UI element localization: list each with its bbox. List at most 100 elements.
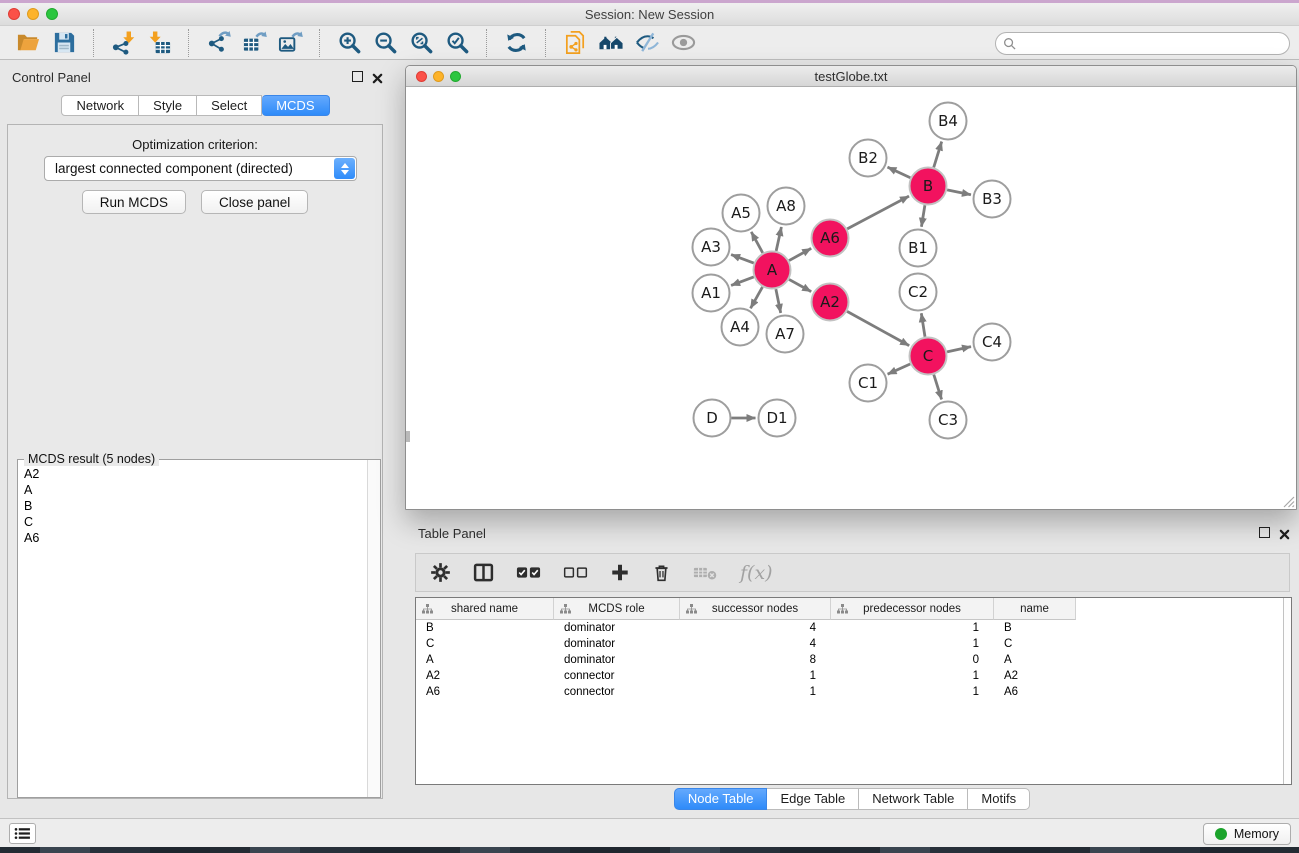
criterion-dropdown[interactable]: largest connected component (directed) xyxy=(44,156,357,181)
table-row[interactable]: Cdominator41C xyxy=(416,636,1291,652)
deselect-all-button[interactable] xyxy=(563,561,588,585)
cell-MCDS-role[interactable]: dominator xyxy=(554,620,680,636)
network-canvas[interactable]: B4B2BB3A8A5A6A3B1AA1C2A2A4A7C4CC1C3DD1 xyxy=(406,87,1296,509)
cell-successor-nodes[interactable]: 1 xyxy=(680,668,831,684)
cell-MCDS-role[interactable]: dominator xyxy=(554,652,680,668)
search-input[interactable] xyxy=(1016,37,1289,51)
network-graph[interactable]: B4B2BB3A8A5A6A3B1AA1C2A2A4A7C4CC1C3DD1 xyxy=(406,87,1296,509)
network-window-titlebar[interactable]: testGlobe.txt xyxy=(406,66,1296,87)
mcds-result-item[interactable]: A xyxy=(24,482,366,498)
cell-successor-nodes[interactable]: 4 xyxy=(680,620,831,636)
zoom-selected-button[interactable] xyxy=(439,29,475,57)
delete-button[interactable] xyxy=(652,561,671,585)
graph-node-A[interactable]: A xyxy=(754,252,791,289)
save-session-button[interactable] xyxy=(46,29,82,57)
export-network-button[interactable] xyxy=(200,29,236,57)
tab-style[interactable]: Style xyxy=(139,95,197,116)
tab-motifs[interactable]: Motifs xyxy=(968,788,1030,810)
graph-edge-C-C1[interactable] xyxy=(888,364,911,374)
float-panel-icon[interactable] xyxy=(352,71,363,82)
hide-selected-button[interactable] xyxy=(629,29,665,57)
graph-node-D[interactable]: D xyxy=(694,400,731,437)
import-network-button[interactable] xyxy=(105,29,141,57)
cell-MCDS-role[interactable]: dominator xyxy=(554,636,680,652)
graph-edge-C-C2[interactable] xyxy=(921,313,925,336)
export-table-button[interactable] xyxy=(236,29,272,57)
cell-shared-name[interactable]: C xyxy=(416,636,554,652)
table-row[interactable]: A6connector11A6 xyxy=(416,684,1291,700)
graph-edge-B-B2[interactable] xyxy=(887,167,910,178)
mcds-result-item[interactable]: A6 xyxy=(24,530,366,546)
cell-successor-nodes[interactable]: 4 xyxy=(680,636,831,652)
cell-name[interactable]: A2 xyxy=(994,668,1076,684)
tab-network[interactable]: Network xyxy=(61,95,139,116)
cell-MCDS-role[interactable]: connector xyxy=(554,684,680,700)
graph-edge-B-B4[interactable] xyxy=(934,142,942,168)
cell-predecessor-nodes[interactable]: 1 xyxy=(831,684,994,700)
graph-node-B[interactable]: B xyxy=(910,168,947,205)
graph-node-D1[interactable]: D1 xyxy=(759,400,796,437)
mcds-result-item[interactable]: A2 xyxy=(24,466,366,482)
graph-edge-A-A1[interactable] xyxy=(731,277,754,286)
graph-edge-A-A7[interactable] xyxy=(776,289,781,313)
float-table-panel-icon[interactable] xyxy=(1259,527,1270,538)
table-row[interactable]: Bdominator41B xyxy=(416,620,1291,636)
home-button[interactable] xyxy=(593,29,629,57)
cell-predecessor-nodes[interactable]: 0 xyxy=(831,652,994,668)
settings-button[interactable] xyxy=(430,561,451,585)
cell-MCDS-role[interactable]: connector xyxy=(554,668,680,684)
cell-name[interactable]: C xyxy=(994,636,1076,652)
tab-edge-table[interactable]: Edge Table xyxy=(767,788,859,810)
graph-node-B3[interactable]: B3 xyxy=(974,181,1011,218)
graph-edge-A-A5[interactable] xyxy=(751,232,762,253)
mcds-result-scrollbar[interactable] xyxy=(367,460,380,797)
graph-edge-C-C3[interactable] xyxy=(934,375,942,400)
zoom-fit-button[interactable] xyxy=(403,29,439,57)
graph-node-C2[interactable]: C2 xyxy=(900,274,937,311)
graph-node-A1[interactable]: A1 xyxy=(693,275,730,312)
column-header-MCDS-role[interactable]: MCDS role xyxy=(554,598,680,620)
graph-node-B1[interactable]: B1 xyxy=(900,230,937,267)
open-file-button[interactable] xyxy=(10,29,46,57)
cell-predecessor-nodes[interactable]: 1 xyxy=(831,668,994,684)
close-table-panel-icon[interactable] xyxy=(1279,527,1290,545)
graph-node-C[interactable]: C xyxy=(910,338,947,375)
tab-network-table[interactable]: Network Table xyxy=(859,788,968,810)
table-row[interactable]: A2connector11A2 xyxy=(416,668,1291,684)
graph-node-C4[interactable]: C4 xyxy=(974,324,1011,361)
graph-node-A5[interactable]: A5 xyxy=(723,195,760,232)
new-session-network-button[interactable] xyxy=(557,29,593,57)
mcds-result-item[interactable]: C xyxy=(24,514,366,530)
graph-edge-A-A8[interactable] xyxy=(776,227,781,251)
run-mcds-button[interactable]: Run MCDS xyxy=(82,190,186,214)
cell-name[interactable]: A6 xyxy=(994,684,1076,700)
memory-button[interactable]: Memory xyxy=(1203,823,1291,845)
close-panel-button[interactable]: Close panel xyxy=(201,190,308,214)
graph-node-B4[interactable]: B4 xyxy=(930,103,967,140)
graph-node-A3[interactable]: A3 xyxy=(693,229,730,266)
graph-edge-A2-C[interactable] xyxy=(847,311,909,345)
column-header-successor-nodes[interactable]: successor nodes xyxy=(680,598,831,620)
tab-mcds[interactable]: MCDS xyxy=(262,95,329,116)
zoom-out-button[interactable] xyxy=(367,29,403,57)
graph-edge-C-C4[interactable] xyxy=(947,347,971,352)
graph-node-B2[interactable]: B2 xyxy=(850,140,887,177)
graph-edge-A-A6[interactable] xyxy=(789,248,811,260)
node-table[interactable]: shared nameMCDS rolesuccessor nodesprede… xyxy=(415,597,1292,785)
graph-node-A6[interactable]: A6 xyxy=(812,220,849,257)
select-all-button[interactable] xyxy=(516,561,541,585)
graph-edge-A-A4[interactable] xyxy=(751,287,763,308)
graph-node-A7[interactable]: A7 xyxy=(767,316,804,353)
table-row[interactable]: Adominator80A xyxy=(416,652,1291,668)
graph-node-A8[interactable]: A8 xyxy=(768,188,805,225)
tab-select[interactable]: Select xyxy=(197,95,262,116)
cell-shared-name[interactable]: B xyxy=(416,620,554,636)
graph-edge-B-B1[interactable] xyxy=(921,205,924,227)
zoom-in-button[interactable] xyxy=(331,29,367,57)
graph-edge-A-A2[interactable] xyxy=(789,279,811,291)
graph-node-C1[interactable]: C1 xyxy=(850,365,887,402)
cell-shared-name[interactable]: A2 xyxy=(416,668,554,684)
column-header-predecessor-nodes[interactable]: predecessor nodes xyxy=(831,598,994,620)
tab-node-table[interactable]: Node Table xyxy=(674,788,768,810)
graph-node-A2[interactable]: A2 xyxy=(812,284,849,321)
